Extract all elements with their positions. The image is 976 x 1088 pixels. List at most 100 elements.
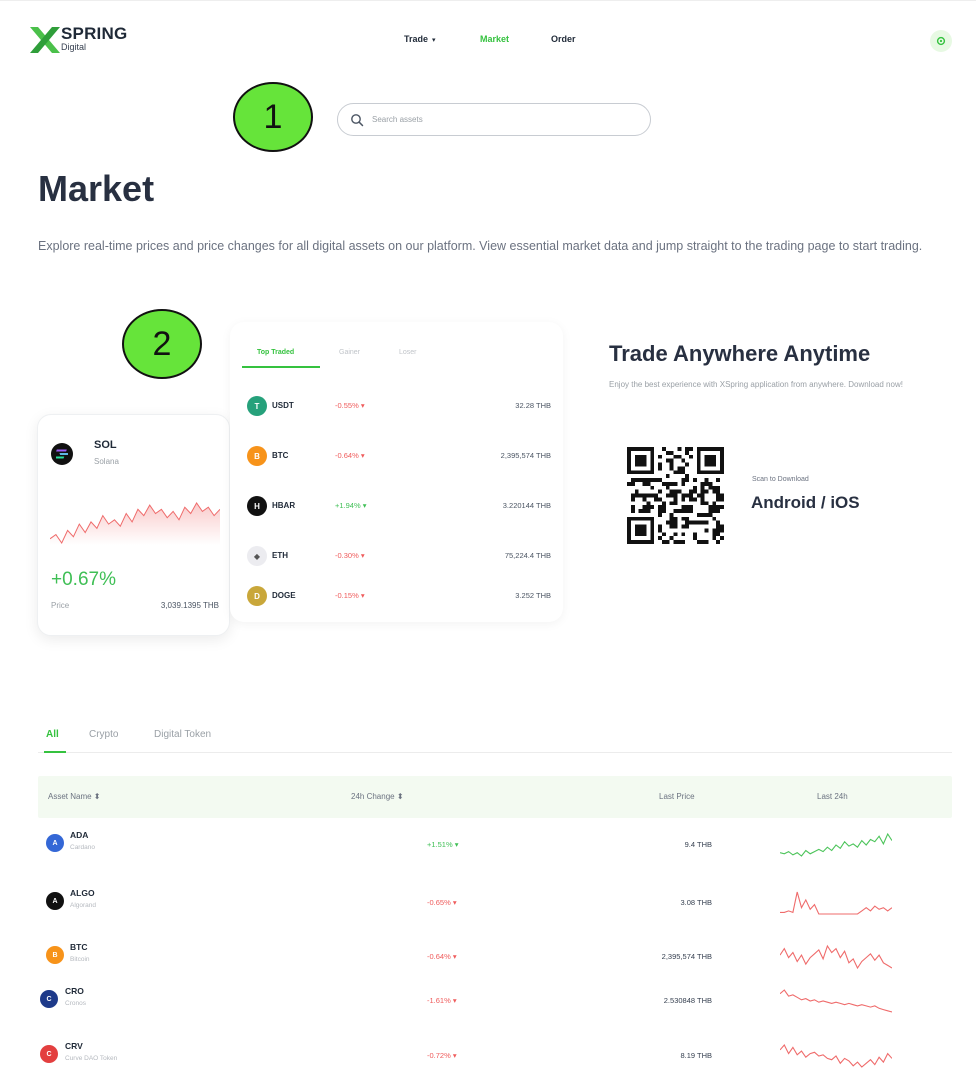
coin-icon: C [40, 990, 58, 1008]
asset-last-price: 3.08 THB [680, 898, 712, 907]
coin-icon: A [46, 892, 64, 910]
ranking-price: 75,224.4 THB [504, 551, 551, 560]
tab-digital-token[interactable]: Digital Token [154, 729, 211, 740]
tab-loser[interactable]: Loser [399, 349, 417, 356]
ranking-row[interactable]: H HBAR +1.94% ▾ 3.220144 THB [247, 496, 551, 516]
asset-symbol: ADA [70, 830, 89, 840]
ranking-symbol: HBAR [272, 501, 296, 510]
ranking-change: -0.55% ▾ [335, 401, 365, 410]
table-row[interactable]: C CRV Curve DAO Token -0.72% ▾ 8.19 THB [38, 1037, 952, 1087]
coin-icon: H [247, 496, 267, 516]
asset-sparkline [780, 832, 892, 857]
gear-icon [936, 36, 946, 46]
settings-button[interactable] [930, 30, 952, 52]
asset-sparkline [780, 989, 892, 1013]
ranking-symbol: DOGE [272, 591, 296, 600]
sol-coin-icon [51, 443, 73, 465]
coin-icon: D [247, 586, 267, 606]
column-last-24h: Last 24h [817, 792, 848, 801]
asset-symbol: ALGO [70, 888, 95, 898]
featured-symbol: SOL [94, 439, 117, 451]
column-24h-change[interactable]: 24h Change ⬍ [351, 792, 404, 801]
asset-sparkline [780, 944, 892, 970]
promo-title: Trade Anywhere Anytime [609, 341, 871, 366]
coin-icon: ◆ [247, 546, 267, 566]
search-bar[interactable] [337, 103, 651, 136]
column-asset-name[interactable]: Asset Name ⬍ [48, 792, 101, 801]
asset-sparkline [780, 1044, 892, 1068]
page-description: Explore real-time prices and price chang… [38, 239, 923, 253]
featured-sparkline [50, 502, 220, 545]
tab-gainer[interactable]: Gainer [339, 349, 360, 356]
table-row[interactable]: B BTC Bitcoin -0.64% ▾ 2,395,574 THB [38, 938, 952, 988]
ranking-change: -0.30% ▾ [335, 551, 365, 560]
asset-24h-change: -0.72% ▾ [427, 1051, 457, 1060]
ranking-row[interactable]: ◆ ETH -0.30% ▾ 75,224.4 THB [247, 546, 551, 566]
ranking-symbol: BTC [272, 451, 289, 460]
featured-change: +0.67% [51, 569, 116, 590]
asset-name: Cronos [65, 1000, 86, 1007]
table-header: Asset Name ⬍ 24h Change ⬍ Last Price Las… [38, 776, 952, 818]
ranking-change: -0.64% ▾ [335, 451, 365, 460]
coin-icon: A [46, 834, 64, 852]
platforms-label[interactable]: Android / iOS [751, 493, 860, 513]
coin-icon: B [46, 946, 64, 964]
scan-to-download-label: Scan to Download [752, 476, 809, 483]
ranking-price: 3.220144 THB [502, 501, 551, 510]
asset-name: Cardano [70, 844, 95, 851]
featured-price-label: Price [51, 601, 70, 610]
asset-name: Curve DAO Token [65, 1055, 118, 1062]
page-title: Market [38, 168, 155, 209]
ranking-price: 32.28 THB [515, 401, 551, 410]
ranking-row[interactable]: T USDT -0.55% ▾ 32.28 THB [247, 396, 551, 416]
tab-all[interactable]: All [46, 729, 59, 740]
featured-name: Solana [94, 457, 119, 466]
table-row[interactable]: C CRO Cronos -1.61% ▾ 2.530848 THB [38, 982, 952, 1032]
coin-icon: C [40, 1045, 58, 1063]
ranking-price: 2,395,574 THB [500, 451, 551, 460]
column-last-price: Last Price [659, 792, 695, 801]
asset-last-price: 9.4 THB [684, 840, 712, 849]
coin-icon: B [247, 446, 267, 466]
asset-last-price: 2,395,574 THB [661, 952, 712, 961]
table-row[interactable]: A ALGO Algorand -0.65% ▾ 3.08 THB [38, 884, 952, 934]
table-row[interactable]: A ADA Cardano +1.51% ▾ 9.4 THB [38, 826, 952, 876]
callout-marker-1: 1 [233, 82, 313, 152]
ranking-symbol: ETH [272, 551, 288, 560]
asset-24h-change: -0.65% ▾ [427, 898, 457, 907]
promo-description: Enjoy the best experience with XSpring a… [609, 380, 903, 389]
featured-price: 3,039.1395 THB [160, 601, 219, 610]
asset-last-price: 2.530848 THB [663, 996, 712, 1005]
ranking-change: +1.94% ▾ [335, 501, 367, 510]
active-category-indicator [44, 751, 66, 753]
qr-code-icon [627, 447, 724, 544]
featured-asset-card[interactable]: SOL Solana +0.67% Price 3,039.1395 THB [37, 414, 230, 636]
tab-top-traded[interactable]: Top Traded [257, 349, 294, 356]
top-navbar: SPRING Digital Trade ▾ Market Order [0, 0, 976, 80]
asset-24h-change: +1.51% ▾ [427, 840, 459, 849]
asset-24h-change: -0.64% ▾ [427, 952, 457, 961]
ranking-panel: Top Traded Gainer Loser T USDT -0.55% ▾ 32.… [230, 322, 563, 622]
asset-name: Bitcoin [70, 956, 90, 963]
asset-name: Algorand [70, 902, 97, 909]
search-input[interactable] [372, 115, 622, 124]
category-tabs: All Crypto Digital Token [38, 727, 952, 753]
asset-sparkline [780, 891, 892, 915]
callout-marker-2: 2 [122, 309, 202, 379]
ranking-symbol: USDT [272, 401, 294, 410]
nav-order[interactable]: Order [551, 34, 576, 44]
nav-market[interactable]: Market [480, 34, 509, 44]
asset-24h-change: -1.61% ▾ [427, 996, 457, 1005]
ranking-row[interactable]: D DOGE -0.15% ▾ 3.252 THB [247, 586, 551, 606]
main-nav: Trade ▾ Market Order [0, 34, 976, 48]
active-tab-indicator [242, 366, 320, 368]
ranking-change: -0.15% ▾ [335, 591, 365, 600]
chevron-down-icon: ▾ [432, 37, 436, 44]
ranking-row[interactable]: B BTC -0.64% ▾ 2,395,574 THB [247, 446, 551, 466]
coin-icon: T [247, 396, 267, 416]
asset-symbol: BTC [70, 942, 88, 952]
tab-crypto[interactable]: Crypto [89, 729, 118, 740]
nav-trade[interactable]: Trade ▾ [404, 34, 436, 44]
search-icon [351, 113, 364, 126]
asset-symbol: CRV [65, 1041, 83, 1051]
